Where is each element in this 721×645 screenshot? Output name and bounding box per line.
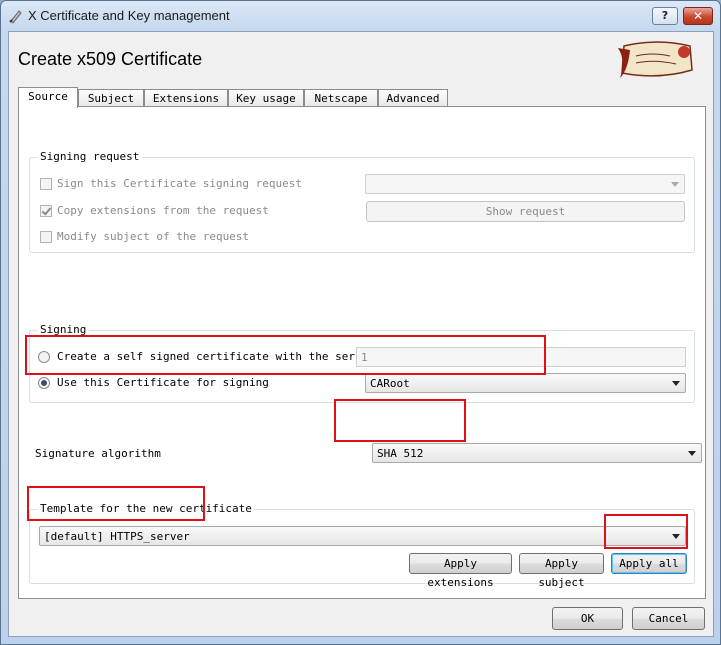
modify-subject-checkbox[interactable] [40, 231, 52, 243]
sign-csr-checkbox[interactable] [40, 178, 52, 190]
self-signed-radio[interactable] [38, 351, 50, 363]
signature-algorithm-select[interactable]: SHA 512 [372, 443, 702, 463]
help-icon: ? [661, 9, 669, 22]
chevron-down-icon [688, 451, 696, 456]
copy-extensions-label: Copy extensions from the request [57, 204, 269, 217]
serial-value: 1 [361, 351, 368, 364]
help-button[interactable]: ? [652, 7, 678, 25]
xca-logo [618, 41, 693, 78]
apply-all-button[interactable]: Apply all [611, 553, 687, 574]
ca-select-value: CARoot [370, 377, 410, 390]
template-select[interactable]: [default] HTTPS_server [39, 526, 686, 546]
chevron-down-icon [672, 534, 680, 539]
tab-extensions[interactable]: Extensions [144, 89, 228, 107]
request-select[interactable] [365, 174, 685, 194]
app-icon [9, 10, 22, 24]
signing-request-group: Signing request Sign this Certificate si… [29, 150, 695, 253]
tab-key-usage[interactable]: Key usage [228, 89, 304, 107]
sign-csr-label: Sign this Certificate signing request [57, 177, 303, 190]
use-ca-radio[interactable] [38, 377, 50, 389]
close-button[interactable]: ✕ [683, 7, 713, 25]
ca-select[interactable]: CARoot [365, 373, 686, 393]
page-title: Create x509 Certificate [18, 49, 203, 69]
signing-request-title: Signing request [37, 150, 143, 164]
tab-subject[interactable]: Subject [78, 89, 144, 107]
tab-source[interactable]: Source [18, 87, 78, 108]
app-window: X Certificate and Key management ? ✕ Cre… [0, 0, 721, 645]
tab-advanced[interactable]: Advanced [378, 89, 448, 107]
ok-button[interactable]: OK [552, 607, 623, 630]
chevron-down-icon [672, 381, 680, 386]
show-request-button[interactable]: Show request [366, 201, 685, 222]
apply-subject-button[interactable]: Apply subject [519, 553, 604, 589]
chevron-down-icon [671, 182, 679, 187]
signing-group: Signing Create a self signed certificate… [29, 323, 695, 403]
cancel-button[interactable]: Cancel [632, 607, 705, 630]
tab-netscape[interactable]: Netscape [304, 89, 378, 107]
modify-subject-label: Modify subject of the request [57, 230, 250, 243]
self-signed-label: Create a self signed certificate with th… [57, 350, 375, 363]
apply-extensions-button[interactable]: Apply extensions [409, 553, 512, 589]
copy-extensions-checkbox[interactable] [40, 205, 52, 217]
dialog-body: Create x509 Certificate Source Subject E… [8, 31, 714, 637]
window-title: X Certificate and Key management [28, 8, 230, 23]
template-title: Template for the new certificate [37, 502, 255, 516]
template-select-value: [default] HTTPS_server [44, 530, 190, 543]
close-icon: ✕ [692, 9, 704, 23]
signature-algorithm-label: Signature algorithm [35, 447, 161, 460]
serial-field[interactable]: 1 [356, 347, 686, 367]
signature-algorithm-value: SHA 512 [377, 447, 424, 460]
template-group: Template for the new certificate [defaul… [29, 502, 695, 589]
source-tab-panel: Signing request Sign this Certificate si… [18, 106, 706, 599]
title-bar[interactable]: X Certificate and Key management ? ✕ [1, 1, 720, 31]
signing-title: Signing [37, 323, 90, 337]
use-ca-label: Use this Certificate for signing [57, 376, 269, 389]
